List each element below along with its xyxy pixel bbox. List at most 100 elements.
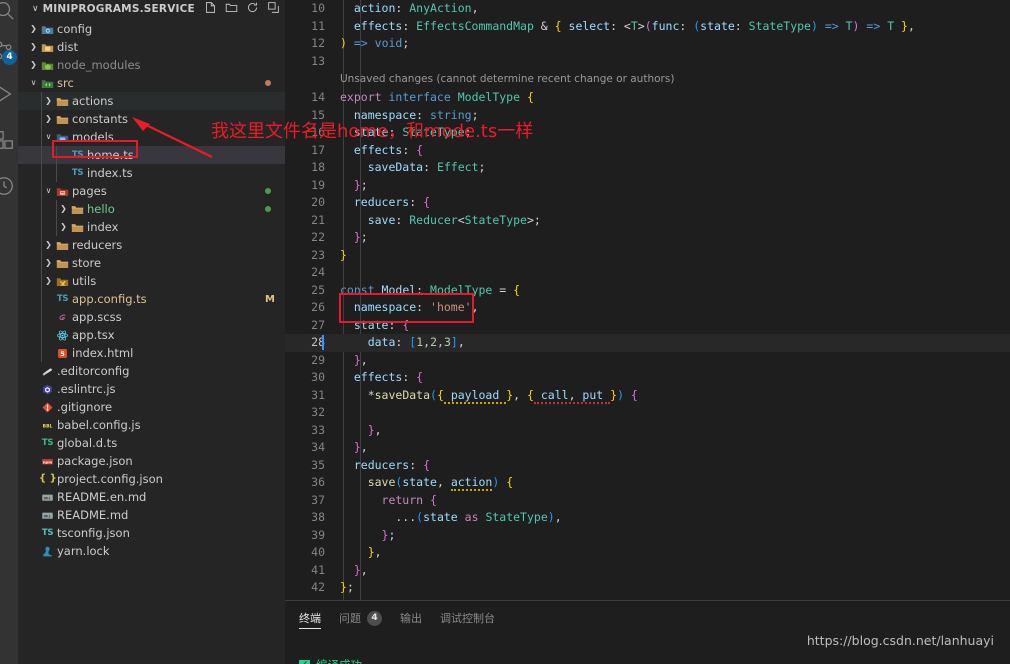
- code-line-29[interactable]: 29 },: [285, 352, 1010, 370]
- tree-item-label: index.html: [72, 346, 134, 360]
- file-tree[interactable]: ❯ config ❯ dist ❯ node_modules ∨ src ❯ actions ❯ co…: [18, 20, 285, 560]
- tree-item-config[interactable]: ❯ config: [18, 20, 285, 38]
- tree-item-app-config-ts[interactable]: TS app.config.ts M: [18, 290, 285, 308]
- tree-item-package-json[interactable]: npm package.json: [18, 452, 285, 470]
- code-line-10[interactable]: 10 action: AnyAction,: [285, 0, 1010, 18]
- tree-item-index[interactable]: ❯ index: [18, 218, 285, 236]
- code-line-18[interactable]: 18 saveData: Effect;: [285, 159, 1010, 177]
- code-line-34[interactable]: 34 },: [285, 439, 1010, 457]
- code-line-13[interactable]: 13: [285, 53, 1010, 71]
- chevron-down-icon[interactable]: ∨: [43, 133, 54, 141]
- new-file-icon[interactable]: [204, 1, 218, 15]
- code-line-35[interactable]: 35 reducers: {: [285, 457, 1010, 475]
- tree-item-actions[interactable]: ❯ actions: [18, 92, 285, 110]
- panel-tab-3[interactable]: 调试控制台: [440, 601, 495, 635]
- code-line-36[interactable]: 36 save(state, action) {: [285, 474, 1010, 492]
- code-line-11[interactable]: 11 effects: EffectsCommandMap & { select…: [285, 18, 1010, 36]
- code-line-33[interactable]: 33 },: [285, 422, 1010, 440]
- code-content[interactable]: 10 action: AnyAction, 11 effects: Effects…: [285, 0, 1010, 600]
- chevron-right-icon[interactable]: ❯: [58, 205, 69, 213]
- tree-item--eslintrc-js[interactable]: .eslintrc.js: [18, 380, 285, 398]
- code-text: saveData: Effect;: [340, 160, 486, 174]
- tree-item-hello[interactable]: ❯ hello: [18, 200, 285, 218]
- panel-tab-strip[interactable]: 终端 问题 4 输出 调试控制台: [285, 601, 1010, 635]
- tree-item-utils[interactable]: ❯ utils: [18, 272, 285, 290]
- chevron-right-icon[interactable]: ❯: [28, 61, 39, 69]
- panel-tab-0[interactable]: 终端: [299, 601, 321, 635]
- code-editor[interactable]: 10 action: AnyAction, 11 effects: Effects…: [285, 0, 1010, 600]
- tree-item-reducers[interactable]: ❯ reducers: [18, 236, 285, 254]
- tree-item-store[interactable]: ❯ store: [18, 254, 285, 272]
- html-file-icon: 5: [54, 347, 71, 360]
- chevron-right-icon[interactable]: ❯: [43, 115, 54, 123]
- chevron-down-icon[interactable]: ∨: [28, 79, 39, 87]
- tree-item--gitignore[interactable]: .gitignore: [18, 398, 285, 416]
- code-text: action: AnyAction,: [340, 1, 479, 15]
- tree-item-readme-md[interactable]: M↓ README.md: [18, 506, 285, 524]
- code-line-24[interactable]: 24: [285, 264, 1010, 282]
- tree-item-app-tsx[interactable]: app.tsx: [18, 326, 285, 344]
- tree-item-index-html[interactable]: 5 index.html: [18, 344, 285, 362]
- tree-item--editorconfig[interactable]: .editorconfig: [18, 362, 285, 380]
- code-line-12[interactable]: 12) => void;: [285, 35, 1010, 53]
- explorer-section-header[interactable]: ∨ MINIPROGRAMS.SERVICE: [18, 0, 285, 18]
- codelens-unsaved-changes[interactable]: Unsaved changes (cannot determine recent…: [285, 70, 1010, 89]
- collapse-all-icon[interactable]: [267, 1, 281, 15]
- tree-item-project-config-json[interactable]: { } project.config.json: [18, 470, 285, 488]
- code-line-37[interactable]: 37 return {: [285, 492, 1010, 510]
- extensions-icon[interactable]: [0, 126, 18, 154]
- tree-item-label: config: [57, 22, 93, 36]
- remote-explorer-icon[interactable]: [0, 172, 18, 200]
- chevron-right-icon[interactable]: ❯: [28, 43, 39, 51]
- panel-tab-2[interactable]: 输出: [400, 601, 422, 635]
- code-line-39[interactable]: 39 };: [285, 527, 1010, 545]
- tree-item-pages[interactable]: ∨ pages: [18, 182, 285, 200]
- chevron-right-icon[interactable]: ❯: [58, 223, 69, 231]
- tree-item-tsconfig-json[interactable]: TS tsconfig.json: [18, 524, 285, 542]
- chevron-right-icon[interactable]: ❯: [28, 25, 39, 33]
- workspace-title: MINIPROGRAMS.SERVICE: [42, 3, 195, 15]
- code-line-19[interactable]: 19 };: [285, 177, 1010, 195]
- code-line-27[interactable]: 27 state: {: [285, 317, 1010, 335]
- chevron-right-icon[interactable]: ❯: [43, 259, 54, 267]
- run-debug-icon[interactable]: [0, 80, 18, 108]
- panel-tab-1[interactable]: 问题 4: [339, 601, 382, 635]
- chevron-right-icon[interactable]: ❯: [43, 277, 54, 285]
- tree-item-readme-en-md[interactable]: M↓ README.en.md: [18, 488, 285, 506]
- code-line-14[interactable]: 14 export interface ModelType {: [285, 89, 1010, 107]
- code-line-20[interactable]: 20 reducers: {: [285, 194, 1010, 212]
- code-line-28[interactable]: 28 data: [1,2,3],: [285, 334, 1010, 352]
- code-line-23[interactable]: 23}: [285, 247, 1010, 265]
- tree-item-index-ts[interactable]: TS index.ts: [18, 164, 285, 182]
- code-line-26[interactable]: 26 namespace: 'home',: [285, 299, 1010, 317]
- code-line-41[interactable]: 41 },: [285, 562, 1010, 580]
- code-line-31[interactable]: 31 *saveData({ payload }, { call, put })…: [285, 387, 1010, 405]
- tree-item-node-modules[interactable]: ❯ node_modules: [18, 56, 285, 74]
- tree-item-label: README.en.md: [57, 490, 147, 504]
- code-line-21[interactable]: 21 save: Reducer<StateType>;: [285, 212, 1010, 230]
- chevron-right-icon[interactable]: ❯: [43, 97, 54, 105]
- indent-guide: [41, 218, 42, 236]
- tree-item-dist[interactable]: ❯ dist: [18, 38, 285, 56]
- panel-tab-label: 输出: [400, 612, 422, 625]
- tree-item-home-ts[interactable]: TS home.ts: [18, 146, 285, 164]
- new-folder-icon[interactable]: [225, 1, 239, 15]
- code-line-25[interactable]: 25 const Model: ModelType = {: [285, 282, 1010, 300]
- tree-item-global-d-ts[interactable]: TS global.d.ts: [18, 434, 285, 452]
- code-line-17[interactable]: 17 effects: {: [285, 142, 1010, 160]
- code-line-40[interactable]: 40 },: [285, 544, 1010, 562]
- tree-item-yarn-lock[interactable]: yarn.lock: [18, 542, 285, 560]
- search-icon[interactable]: [0, 0, 18, 24]
- refresh-icon[interactable]: [246, 1, 260, 15]
- code-line-42[interactable]: 42};: [285, 579, 1010, 597]
- code-line-38[interactable]: 38 ...(state as StateType),: [285, 509, 1010, 527]
- tree-item-babel-config-js[interactable]: BBL babel.config.js: [18, 416, 285, 434]
- tree-item-src[interactable]: ∨ src: [18, 74, 285, 92]
- line-number: 32: [311, 405, 325, 419]
- code-line-32[interactable]: 32: [285, 404, 1010, 422]
- code-line-22[interactable]: 22 };: [285, 229, 1010, 247]
- chevron-right-icon[interactable]: ❯: [43, 241, 54, 249]
- chevron-down-icon[interactable]: ∨: [43, 187, 54, 195]
- tree-item-app-scss[interactable]: app.scss: [18, 308, 285, 326]
- code-line-30[interactable]: 30 effects: {: [285, 369, 1010, 387]
